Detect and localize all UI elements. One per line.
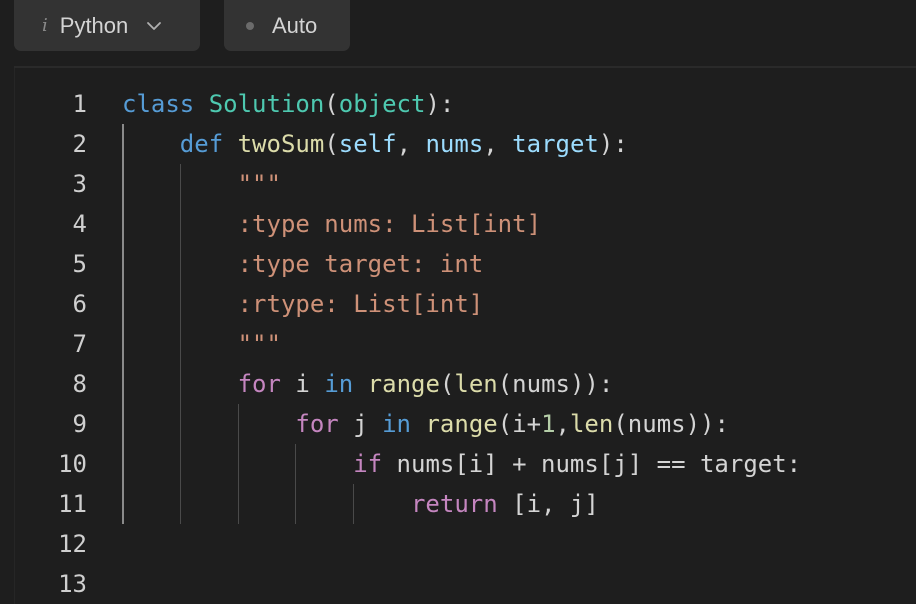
code-token: """ [237,330,281,358]
info-icon: i [42,15,48,36]
code-token: in [324,370,354,398]
code-token: (nums)): [497,370,614,398]
code-token: (nums)): [613,410,729,438]
code-line[interactable]: 3 """ [15,164,916,204]
line-number: 9 [72,410,87,438]
code-token: [i, j] [497,490,599,518]
code-text: :type nums: List[int] [122,204,541,244]
indent-guide [295,444,296,524]
code-token: ( [324,90,339,118]
code-line[interactable]: 12 [15,524,916,564]
code-text: """ [122,164,281,204]
code-token: Solution [208,90,325,118]
line-number: 11 [58,490,87,518]
indent-guide [180,164,181,524]
code-line[interactable]: 1 class Solution(object): [15,84,916,124]
code-text: for i in range(len(nums)): [122,364,614,404]
code-line[interactable]: 5 :type target: int [15,244,916,284]
code-text: :rtype: List[int] [122,284,484,324]
code-token: twoSum [237,130,325,158]
editor-toolbar: i Python Auto [0,0,916,66]
line-number: 4 [72,210,87,238]
code-token: if [353,450,383,478]
code-token: nums[i] + nums[j] == target: [382,450,802,478]
line-number: 3 [72,170,87,198]
code-token: def [179,130,224,158]
code-token: :rtype: List[int] [237,290,484,318]
code-line[interactable]: 4 :type nums: List[int] [15,204,916,244]
code-line[interactable]: 9 for j in range(i+1,len(nums)): [15,404,916,444]
code-token: len [569,410,614,438]
code-line[interactable]: 6 :rtype: List[int] [15,284,916,324]
code-token: nums [425,130,484,158]
code-token: ): [598,130,628,158]
chevron-down-icon [147,21,162,30]
indent-guide [122,124,124,524]
auto-mode-button[interactable]: Auto [224,0,350,51]
code-line[interactable]: 10 if nums[i] + nums[j] == target: [15,444,916,484]
code-line[interactable]: 11 return [i, j] [15,484,916,524]
code-editor[interactable]: 1 class Solution(object): 2 def twoSum(sel… [14,68,916,604]
code-token: ): [425,90,455,118]
code-text: """ [122,324,281,364]
line-number: 2 [72,130,87,158]
line-number: 5 [72,250,87,278]
code-token: ( [439,370,455,398]
mode-label: Auto [272,12,318,38]
line-number: 1 [72,90,87,118]
line-number: 13 [58,570,87,598]
indent-guide [238,404,239,524]
status-dot-icon [246,21,254,30]
code-token: j [338,410,383,438]
line-number: 10 [58,450,87,478]
code-text: class Solution(object): [122,84,454,124]
code-text: if nums[i] + nums[j] == target: [122,444,801,484]
code-token: :type nums: List[int] [237,210,542,238]
code-token: ( [324,130,339,158]
code-line[interactable]: 13 [15,564,916,604]
line-number: 7 [72,330,87,358]
code-token: self [338,130,397,158]
code-token: , [396,130,426,158]
code-line[interactable]: 8 for i in range(len(nums)): [15,364,916,404]
code-token: , [555,410,570,438]
indent-guide [353,484,354,524]
code-token: , [483,130,513,158]
code-token: (i+ [497,410,542,438]
code-token: """ [237,170,281,198]
code-token: len [454,370,498,398]
code-token: range [425,410,498,438]
code-token: return [410,490,498,518]
code-token: object [338,90,426,118]
code-token: for [295,410,339,438]
code-token: :type target: int [237,250,484,278]
code-token: range [367,370,440,398]
line-number: 12 [58,530,87,558]
line-number: 8 [72,370,87,398]
code-token: target [512,130,599,158]
code-token: in [382,410,412,438]
language-label: Python [59,12,129,38]
code-token: i [280,370,325,398]
code-text: for j in range(i+1,len(nums)): [122,404,729,444]
code-token: class [122,90,195,118]
code-line[interactable]: 2 def twoSum(self, nums, target): [15,124,916,164]
code-text: return [i, j] [122,484,599,524]
code-token: for [237,370,281,398]
code-text: def twoSum(self, nums, target): [122,124,628,164]
language-select[interactable]: i Python [14,0,200,51]
code-text: :type target: int [122,244,484,284]
code-line[interactable]: 7 """ [15,324,916,364]
code-token: 1 [541,410,556,438]
line-number: 6 [72,290,87,318]
